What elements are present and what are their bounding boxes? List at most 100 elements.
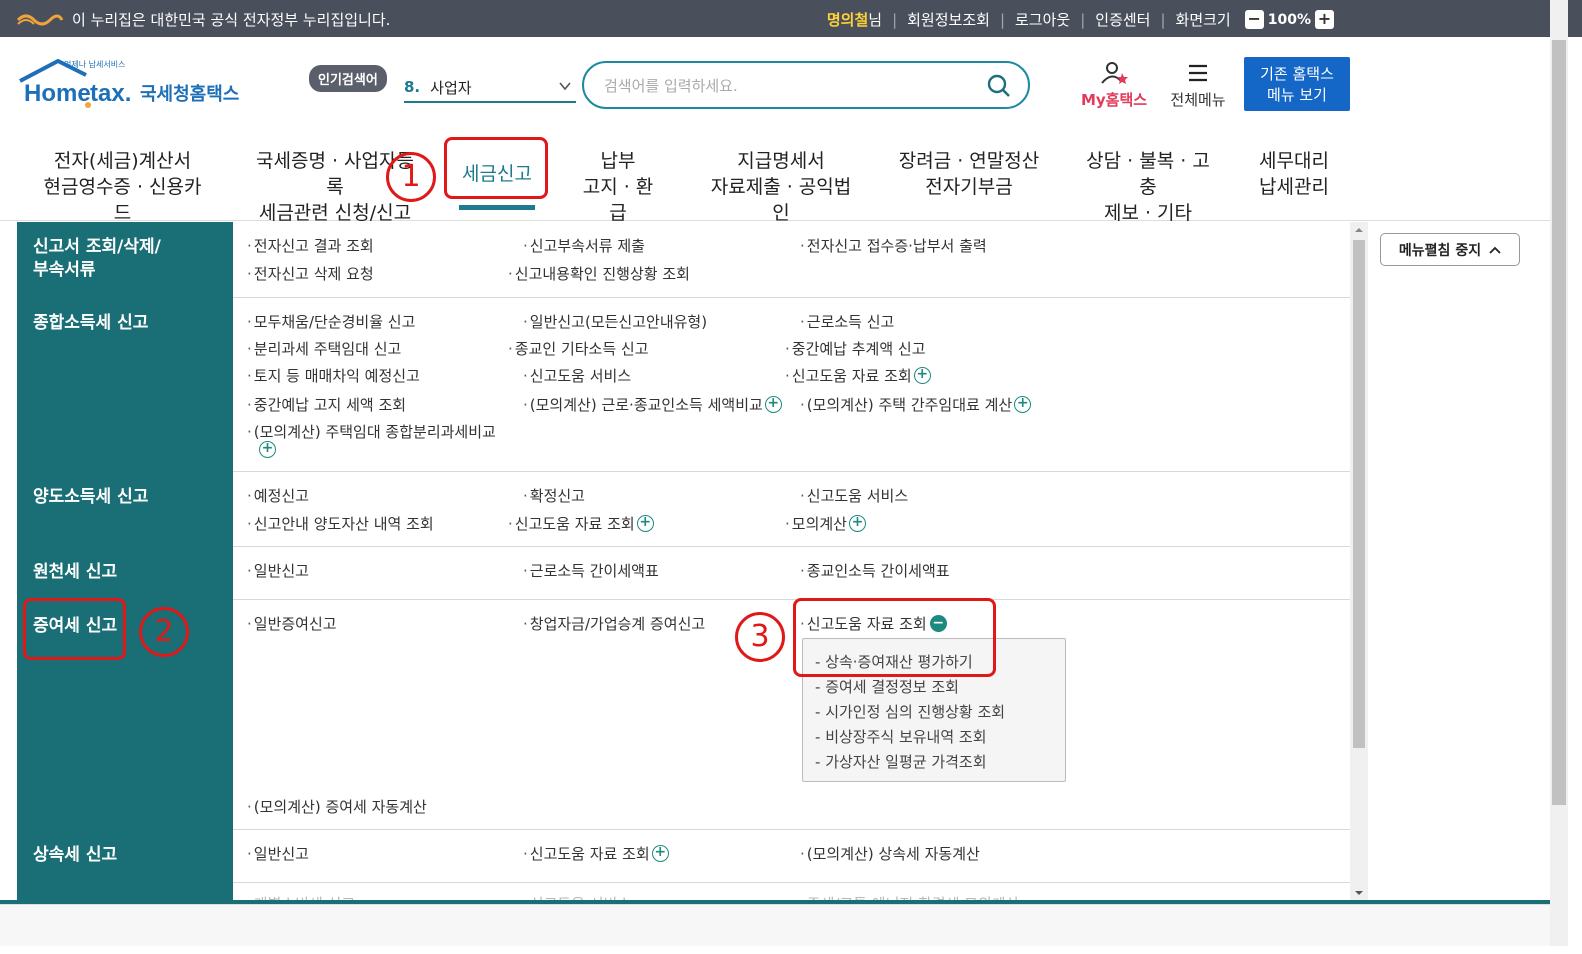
divider: | [1160,10,1166,29]
cert-center-link[interactable]: 인증센터 [1095,9,1150,30]
menu-link[interactable]: 예정신고 [247,485,309,506]
menu-link[interactable]: 근로소득 신고 [800,311,895,332]
zoom-level: 100% [1267,11,1311,28]
category-withholding-tax[interactable]: 원천세 신고 [33,561,117,584]
menu-link[interactable]: 전자신고 삭제 요청 [247,263,374,284]
menu-link-with-expand[interactable]: (모의계산) 주택 간주임대료 계산+ [800,394,1032,415]
user-name: 명의철님 [826,11,883,29]
menu-link[interactable]: (모의계산) 상속세 자동계산 [800,843,980,864]
search-icon[interactable] [986,73,1012,99]
footer [0,904,1550,946]
highlight-box [23,598,126,660]
nav-e-invoice[interactable]: 전자(세금)계산서 현금영수증 · 신용카드 [40,148,205,226]
menu-link[interactable]: 중간예납 고지 세액 조회 [247,394,406,415]
menu-link[interactable]: (모의계산) 근로·종교인소득 세액비교 [523,394,763,415]
menu-link[interactable]: 일반신고(모든신고안내유형) [523,311,707,332]
zoom-out-button[interactable]: − [1244,10,1264,29]
menu-link[interactable]: 신고도움 자료 조회 [523,843,650,864]
menu-link[interactable]: 전자신고 접수증·납부서 출력 [800,235,987,256]
step-marker: 3 [735,612,785,662]
expand-plus-icon[interactable]: + [764,396,782,413]
menu-link[interactable]: 창업자금/가업승계 증여신고 [523,613,705,634]
menu-link[interactable]: 일반신고 [247,843,309,864]
menu-link[interactable]: 신고내용확인 진행상황 조회 [508,263,690,284]
step-marker: 1 [386,152,436,202]
category-inheritance-tax[interactable]: 상속세 신고 [33,844,117,867]
stop-menu-label: 메뉴펼침 중지 [1398,242,1482,259]
all-menu-button[interactable]: 전체메뉴 [1166,61,1230,110]
menu-link[interactable]: (모의계산) 주택 간주임대료 계산 [800,394,1012,415]
nav-payment[interactable]: 납부 고지 · 환급 [574,148,662,226]
menu-scrollbar[interactable] [1350,222,1368,902]
nav-agent[interactable]: 세무대리 납세관리 [1255,148,1333,200]
hamburger-icon [1189,64,1207,82]
svg-text:Home: Home [24,80,91,107]
my-hometax-button[interactable]: My홈택스 [1078,61,1150,110]
highlight-box [444,137,548,199]
menu-link-with-expand[interactable]: 신고도움 자료 조회+ [785,365,931,386]
scroll-thumb[interactable] [1353,240,1365,748]
popular-rank: 8. [404,78,421,96]
old-menu-button[interactable]: 기존 홈택스 메뉴 보기 [1244,57,1350,111]
menu-link-with-expand[interactable]: (모의계산) 근로·종교인소득 세액비교+ [523,394,782,415]
zoom-in-button[interactable]: + [1315,10,1334,29]
divider [233,882,1350,883]
member-info-link[interactable]: 회원정보조회 [907,9,990,30]
category-doc[interactable]: 신고서 조회/삭제/부속서류 [33,236,161,282]
submenu-item[interactable]: - 비상장주식 보유내역 조회 [815,726,987,747]
stop-menu-expand-button[interactable]: 메뉴펼침 중지 [1380,233,1520,266]
menu-link[interactable]: 중간예납 추계액 신고 [785,338,926,359]
expand-plus-icon[interactable]: + [636,515,654,532]
menu-link[interactable]: 전자신고 결과 조회 [247,235,374,256]
menu-link[interactable]: (모의계산) 증여세 자동계산 [247,796,427,817]
nav-statement[interactable]: 지급명세서 자료제출 · 공익법인 [705,148,857,226]
menu-link[interactable]: 종교인 기타소득 신고 [508,338,649,359]
logout-link[interactable]: 로그아웃 [1015,9,1070,30]
menu-link-with-expand[interactable]: 신고도움 자료 조회+ [508,513,654,534]
menu-link[interactable]: 일반증여신고 [247,613,337,634]
menu-link[interactable]: 신고도움 자료 조회 [508,513,635,534]
scroll-down-icon[interactable] [1350,886,1368,900]
menu-link[interactable]: 일반신고 [247,560,309,581]
chevron-down-icon [559,82,571,91]
menu-link-with-expand[interactable]: 모의계산+ [785,513,866,534]
nav-incentive[interactable]: 장려금 · 연말정산 전자기부금 [898,148,1040,200]
menu-link[interactable]: 종교인소득 간이세액표 [800,560,950,581]
expand-plus-icon[interactable]: + [651,845,669,862]
menu-link[interactable]: 신고도움 자료 조회 [785,365,912,386]
search-placeholder: 검색어를 입력하세요. [604,76,738,95]
highlight-box [793,598,996,677]
menu-link[interactable]: 확정신고 [523,485,585,506]
menu-link[interactable]: 토지 등 매매차익 예정신고 [247,365,420,386]
menu-link[interactable]: 모의계산 [785,513,847,534]
expand-plus-icon[interactable]: + [848,515,866,532]
my-hometax-label: My홈택스 [1080,91,1148,109]
popular-search-dropdown[interactable]: 8. 사업자 [404,73,576,103]
nav-consult[interactable]: 상담 · 불복 · 고충 제보 · 기타 [1078,148,1218,226]
old-menu-label-2: 메뉴 보기 [1267,86,1327,104]
expand-plus-icon[interactable]: + [913,367,931,384]
divider: | [892,10,898,29]
submenu-item[interactable]: - 시가인정 심의 진행상황 조회 [815,701,1005,722]
search-input[interactable]: 검색어를 입력하세요. [582,61,1030,109]
menu-link[interactable]: 분리과세 주택임대 신고 [247,338,402,359]
menu-link[interactable]: 모두채움/단순경비율 신고 [247,311,416,332]
menu-link[interactable]: 신고도움 서비스 [523,365,631,386]
page-scroll-thumb[interactable] [1552,40,1566,805]
submenu-item[interactable]: - 가상자산 일평균 가격조회 [815,751,987,772]
menu-link[interactable]: 신고도움 서비스 [800,485,908,506]
expand-plus-icon[interactable]: + [1014,396,1032,413]
category-income-tax[interactable]: 종합소득세 신고 [33,312,148,335]
menu-link[interactable]: (모의계산) 주택임대 종합분리과세비교 [247,421,496,442]
page-scrollbar[interactable] [1550,0,1568,946]
menu-link[interactable]: 근로소득 간이세액표 [523,560,659,581]
menu-link[interactable]: 신고안내 양도자산 내역 조회 [247,513,434,534]
menu-link-with-expand[interactable]: 신고도움 자료 조회+ [523,843,669,864]
menu-link[interactable]: 신고부속서류 제출 [523,235,645,256]
divider: | [1080,10,1086,29]
submenu-item[interactable]: - 증여세 결정정보 조회 [815,676,959,697]
hometax-logo[interactable]: Home tax. 국세청홈택스 언제나 납세서비스 [18,58,248,109]
scroll-up-icon[interactable] [1350,223,1368,237]
category-transfer-tax[interactable]: 양도소득세 신고 [33,486,148,509]
expand-plus-icon[interactable]: + [259,441,276,458]
